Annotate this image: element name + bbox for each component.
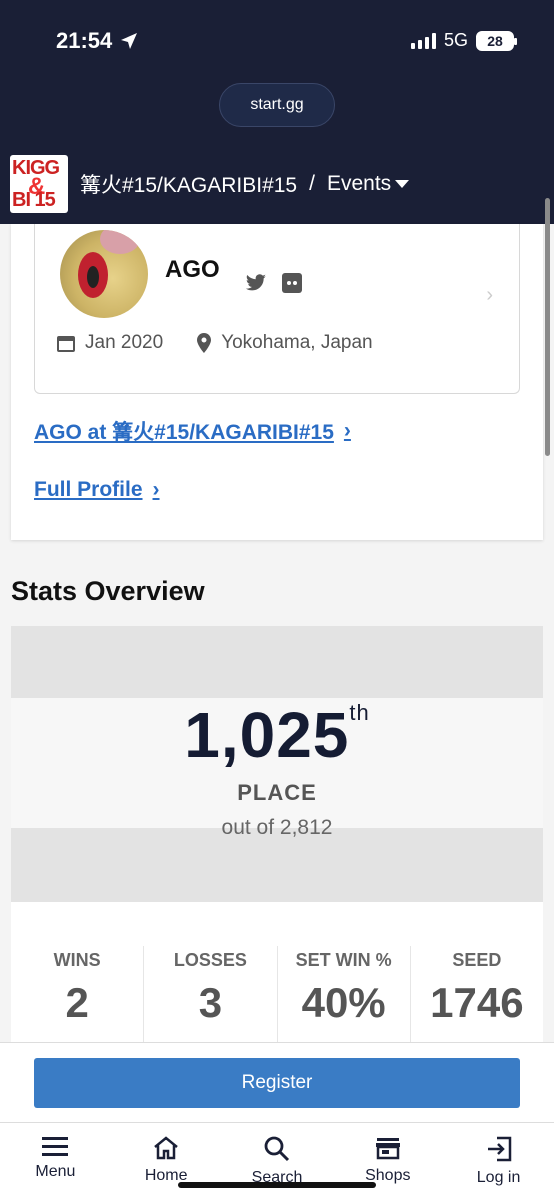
event-profile-link[interactable]: AGO at 篝火#15/KAGARIBI#15 › bbox=[34, 416, 351, 446]
status-indicators: 5G 28 bbox=[410, 30, 517, 51]
twitter-icon[interactable] bbox=[245, 274, 267, 292]
tournament-title[interactable]: 篝火#15/KAGARIBI#15 bbox=[80, 169, 297, 199]
url-bar[interactable]: start.gg bbox=[219, 83, 335, 127]
nav-login[interactable]: Log in bbox=[443, 1123, 554, 1200]
battery-level: 28 bbox=[487, 32, 503, 49]
stat-columns: WINS 2 LOSSES 3 SET WIN % 40% SEED 1746 bbox=[11, 946, 543, 1046]
stat-set-win-pct: SET WIN % 40% bbox=[278, 946, 411, 1046]
stat-wins: WINS 2 bbox=[11, 946, 145, 1046]
event-header: KIGG & BI 15 篝火#15/KAGARIBI#15 / Events bbox=[10, 155, 410, 213]
search-icon bbox=[264, 1136, 290, 1162]
stat-value: 3 bbox=[198, 979, 223, 1026]
stat-label: WINS bbox=[53, 950, 101, 970]
placement-label: PLACE bbox=[237, 780, 317, 805]
location-pin-icon bbox=[197, 333, 212, 353]
event-breadcrumb: 篝火#15/KAGARIBI#15 / Events bbox=[80, 169, 410, 199]
full-profile-link[interactable]: Full Profile › bbox=[34, 478, 160, 502]
page-scrollbar[interactable] bbox=[545, 198, 550, 456]
placement-suffix: th bbox=[349, 700, 370, 725]
register-button[interactable]: Register bbox=[34, 1058, 520, 1108]
app-root: 21:54 5G 28 start.gg KIGG & BI 15 篝火#15/… bbox=[0, 0, 554, 1200]
profile-card: AGO › Jan 2020 Yokohama, Japan AGO at 篝火… bbox=[11, 224, 543, 540]
stats-overview-title: Stats Overview bbox=[11, 576, 205, 606]
stat-label: LOSSES bbox=[173, 950, 247, 970]
battery-icon: 28 bbox=[476, 30, 517, 51]
profile-meta: Jan 2020 Yokohama, Japan bbox=[57, 332, 373, 354]
caret-down-icon bbox=[395, 180, 410, 188]
calendar-icon bbox=[57, 336, 75, 352]
stat-value: 1746 bbox=[430, 979, 524, 1026]
full-profile-link-text: Full Profile bbox=[34, 478, 143, 501]
placement-number: 1,025th bbox=[11, 698, 543, 772]
player-profile-box[interactable]: AGO › Jan 2020 Yokohama, Japan bbox=[34, 224, 520, 394]
stat-label: SEED bbox=[452, 950, 502, 970]
nav-menu-label: Menu bbox=[35, 1163, 76, 1180]
stat-value: 40% bbox=[301, 979, 386, 1026]
register-bar: Register bbox=[0, 1042, 554, 1122]
breadcrumb-separator: / bbox=[309, 172, 315, 195]
home-icon bbox=[154, 1136, 178, 1160]
shop-icon bbox=[375, 1138, 400, 1160]
stat-seed: SEED 1746 bbox=[411, 946, 543, 1046]
placement-value: 1,025 bbox=[184, 699, 350, 771]
home-indicator bbox=[178, 1182, 376, 1188]
event-profile-link-text: AGO at 篝火#15/KAGARIBI#15 bbox=[34, 421, 334, 444]
login-icon bbox=[487, 1136, 511, 1162]
logo-text-bottom: BI 15 bbox=[12, 189, 56, 211]
stat-label: SET WIN % bbox=[295, 950, 392, 970]
menu-icon bbox=[42, 1137, 69, 1156]
chevron-right-icon: › bbox=[152, 478, 160, 501]
discord-icon[interactable] bbox=[281, 272, 303, 294]
nav-search[interactable]: Search bbox=[222, 1123, 333, 1200]
top-header: 21:54 5G 28 start.gg KIGG & BI 15 篝火#15/… bbox=[0, 0, 554, 224]
nav-home[interactable]: Home bbox=[111, 1123, 222, 1200]
location-arrow-icon bbox=[121, 33, 138, 49]
nav-menu[interactable]: Menu bbox=[0, 1123, 111, 1200]
events-dropdown[interactable]: Events bbox=[326, 172, 410, 196]
social-links bbox=[245, 272, 303, 294]
network-type: 5G bbox=[443, 30, 468, 50]
chevron-right-icon: › bbox=[486, 284, 493, 306]
location-text: Yokohama, Japan bbox=[221, 332, 373, 353]
status-bar: 21:54 5G 28 bbox=[56, 28, 517, 58]
placement-total: out of 2,812 bbox=[221, 816, 333, 839]
joined-date: Jan 2020 bbox=[85, 332, 164, 353]
stats-panel: 1,025th PLACE out of 2,812 WINS 2 LOSSES… bbox=[11, 626, 543, 1046]
nav-shops[interactable]: Shops bbox=[332, 1123, 443, 1200]
event-logo[interactable]: KIGG & BI 15 bbox=[10, 155, 68, 213]
chevron-right-icon: › bbox=[343, 419, 351, 442]
cellular-signal-icon bbox=[410, 32, 436, 49]
stat-value: 2 bbox=[65, 979, 89, 1026]
status-time: 21:54 bbox=[56, 28, 138, 54]
time-text: 21:54 bbox=[56, 28, 113, 53]
events-label: Events bbox=[326, 172, 392, 195]
url-text: start.gg bbox=[250, 96, 304, 113]
register-button-label: Register bbox=[241, 1072, 313, 1093]
avatar bbox=[60, 230, 148, 318]
nav-login-label: Log in bbox=[476, 1169, 521, 1186]
bottom-navigation: Menu Home Search Shops Log in bbox=[0, 1122, 554, 1200]
stat-losses: LOSSES 3 bbox=[144, 946, 278, 1046]
player-name: AGO bbox=[165, 256, 220, 283]
